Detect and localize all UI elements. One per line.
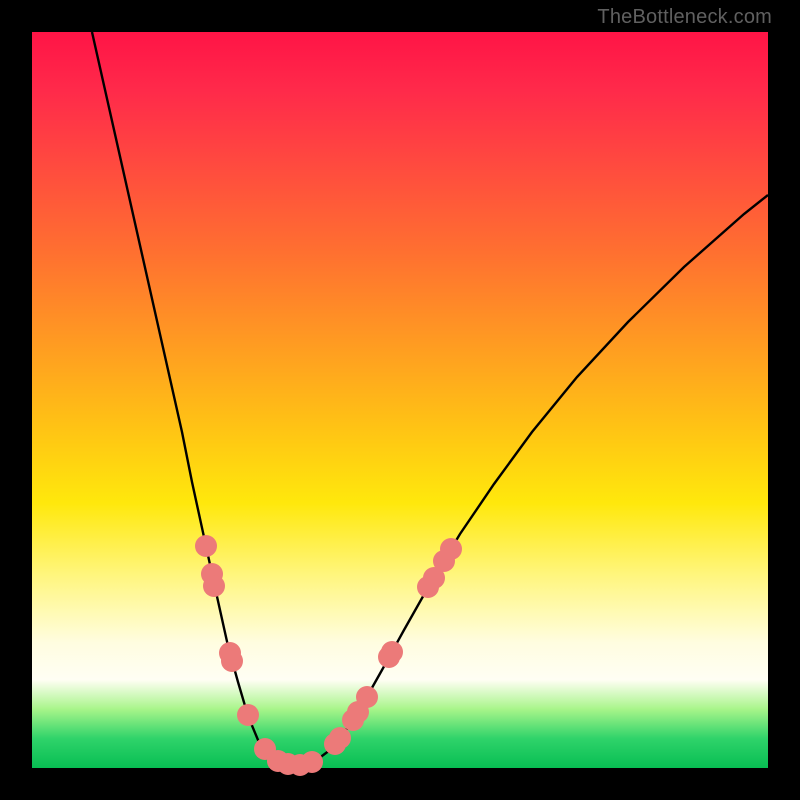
data-marker <box>221 650 243 672</box>
data-marker <box>203 575 225 597</box>
watermark-text: TheBottleneck.com <box>597 6 772 29</box>
curve-svg <box>32 32 768 768</box>
data-marker <box>329 727 351 749</box>
data-marker <box>301 751 323 773</box>
data-marker <box>237 704 259 726</box>
curve-markers <box>195 535 462 776</box>
data-marker <box>356 686 378 708</box>
bottleneck-curve <box>92 32 768 766</box>
data-marker <box>381 641 403 663</box>
data-marker <box>195 535 217 557</box>
plot-area <box>32 32 768 768</box>
data-marker <box>440 538 462 560</box>
chart-stage: TheBottleneck.com <box>0 0 800 800</box>
